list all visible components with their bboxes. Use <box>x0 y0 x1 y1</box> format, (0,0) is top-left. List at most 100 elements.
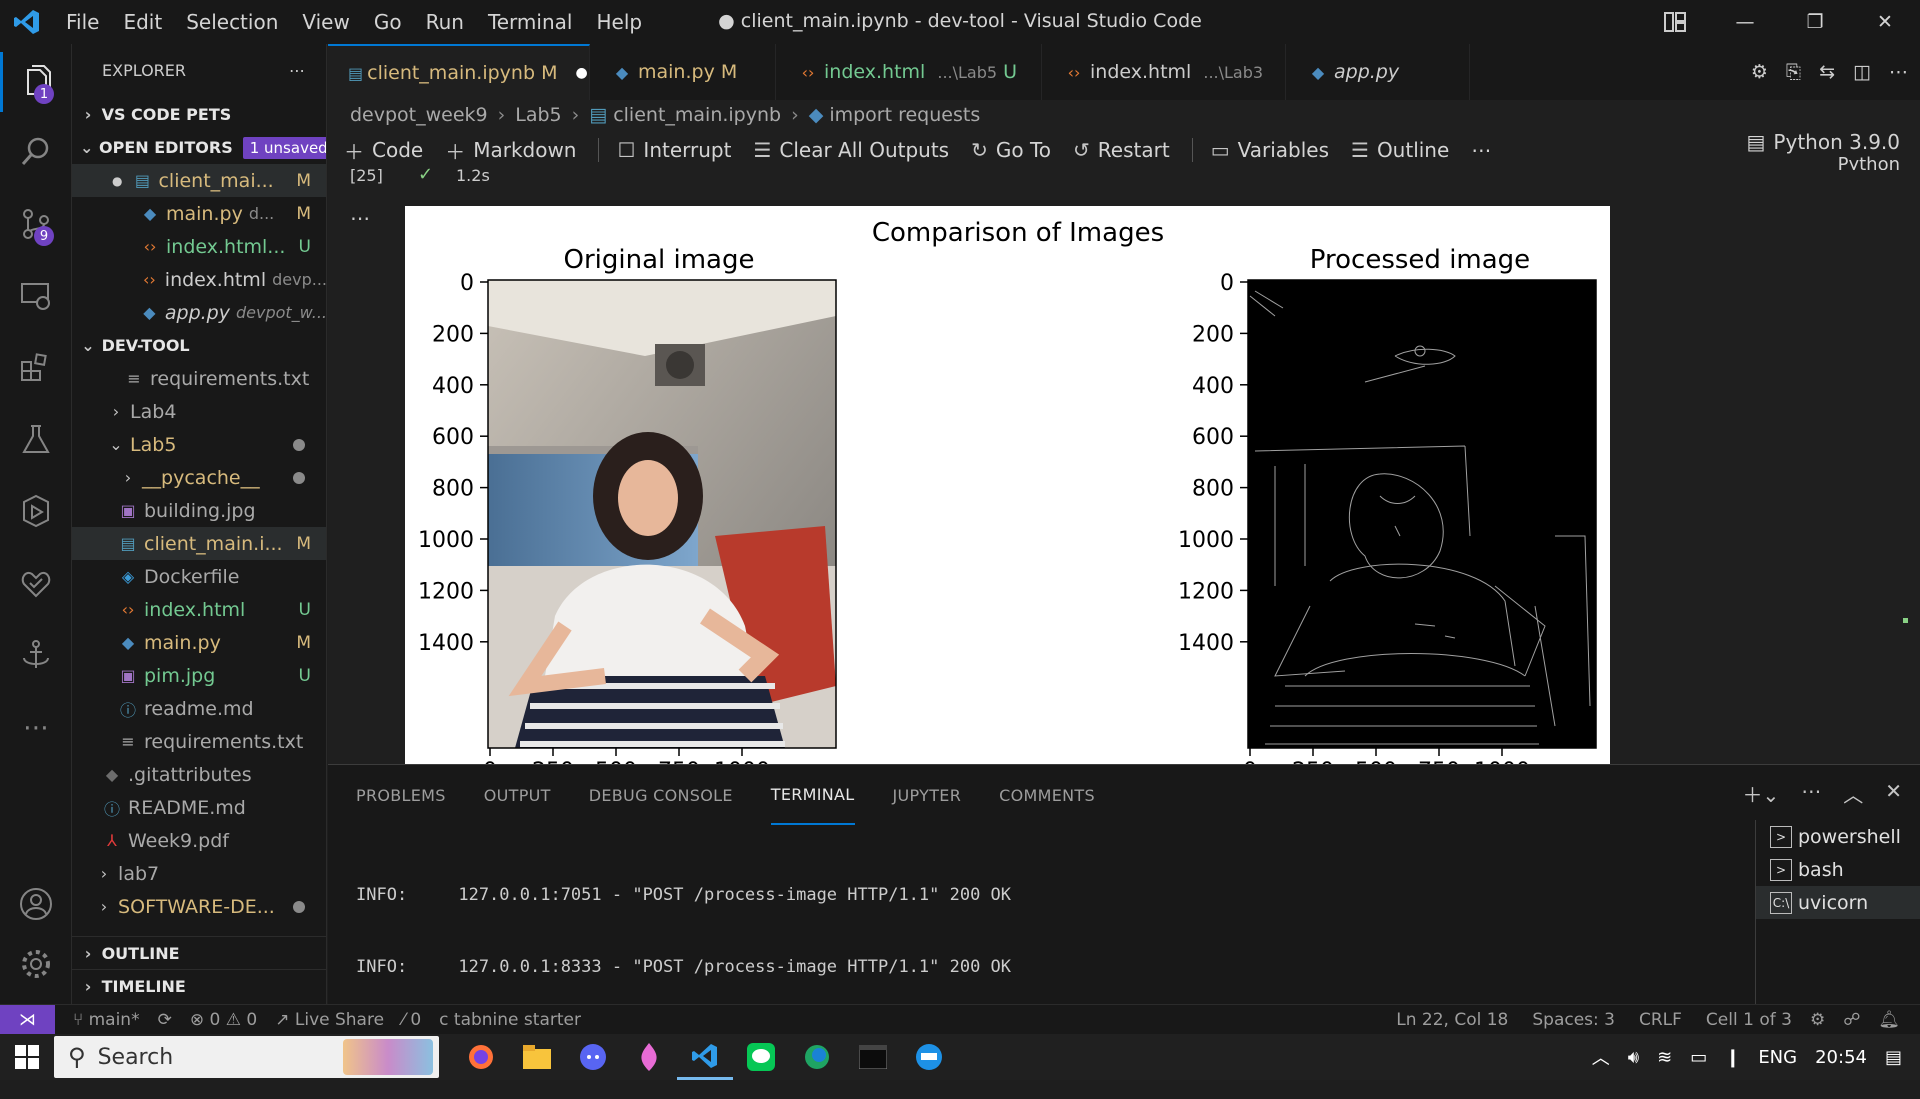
remote-explorer-icon[interactable] <box>0 266 72 326</box>
breadcrumb-item[interactable]: devpot_week9 <box>350 104 488 126</box>
search-icon[interactable] <box>0 122 72 182</box>
restore-icon[interactable]: ❐ <box>1780 0 1850 44</box>
edge-icon[interactable] <box>789 1034 845 1080</box>
terminal-app-icon[interactable] <box>845 1034 901 1080</box>
tree-item[interactable]: ▣ pim.jpg U <box>72 659 326 692</box>
toolbar-more-button[interactable]: ⋯ <box>1471 138 1491 162</box>
tab-main-py[interactable]: ◆ main.py M <box>590 44 776 100</box>
tab-output[interactable]: OUTPUT <box>484 765 551 825</box>
tree-item[interactable]: ⓘ README.md <box>72 791 326 824</box>
section-timeline[interactable]: › TIMELINE <box>72 969 326 1002</box>
problems-indicator[interactable]: ⊗ 0 ⚠ 0 <box>190 1010 257 1030</box>
tree-folder[interactable]: ⌄ Lab5 <box>72 428 326 461</box>
menu-view[interactable]: View <box>290 10 361 34</box>
open-editor-item[interactable]: ◆ app.py devpot_w... <box>72 296 326 329</box>
tabnine-indicator[interactable]: c tabnine starter <box>439 1010 581 1030</box>
variables-button[interactable]: ▭ Variables <box>1211 138 1329 162</box>
close-icon[interactable]: ✕ <box>1850 0 1920 44</box>
account-icon[interactable] <box>0 874 72 934</box>
section-vscode-pets[interactable]: › VS CODE PETS <box>72 98 326 131</box>
menu-edit[interactable]: Edit <box>111 10 174 34</box>
tree-item[interactable]: ⓘ readme.md <box>72 692 326 725</box>
tree-folder[interactable]: › SOFTWARE-DE... <box>72 890 326 923</box>
terminal-item-bash[interactable]: > bash <box>1756 853 1920 886</box>
menu-selection[interactable]: Selection <box>174 10 290 34</box>
notifications-bell-icon[interactable]: 🔔︎ <box>1878 1010 1900 1030</box>
menu-help[interactable]: Help <box>584 10 654 34</box>
close-panel-icon[interactable]: ✕ <box>1885 779 1902 808</box>
open-editor-item[interactable]: ‹› index.html devp... <box>72 263 326 296</box>
terminal-item-uvicorn[interactable]: C:\ uvicorn <box>1756 886 1920 919</box>
tree-item[interactable]: ⅄ Week9.pdf <box>72 824 326 857</box>
section-open-editors[interactable]: ⌄ OPEN EDITORS 1 unsaved <box>72 131 326 164</box>
explorer-more-icon[interactable]: ⋯ <box>289 61 305 80</box>
menu-go[interactable]: Go <box>362 10 414 34</box>
clear-outputs-button[interactable]: ☰ Clear All Outputs <box>753 138 949 162</box>
terminal-item-powershell[interactable]: > powershell <box>1756 820 1920 853</box>
breadcrumb-item[interactable]: Lab5 <box>515 104 561 126</box>
tray-chevron-up-icon[interactable]: ︿ <box>1592 1044 1610 1070</box>
clock[interactable]: 20:54 <box>1815 1047 1867 1068</box>
ports-indicator[interactable]: ⁄ 0 <box>402 1010 421 1030</box>
add-code-button[interactable]: ＋ Code <box>344 136 423 165</box>
cell-indicator[interactable]: Cell 1 of 3 <box>1706 1010 1792 1030</box>
interrupt-button[interactable]: ☐ Interrupt <box>617 138 731 162</box>
panel-more-icon[interactable]: ⋯ <box>1801 779 1821 808</box>
section-dev-tool[interactable]: ⌄ DEV-TOOL <box>72 329 326 362</box>
source-control-icon[interactable]: 9 <box>0 194 72 254</box>
live-share-button[interactable]: ↗ Live Share <box>275 1010 384 1030</box>
tree-folder[interactable]: › Lab4 <box>72 395 326 428</box>
section-outline[interactable]: › OUTLINE <box>72 936 326 969</box>
split-editor-icon[interactable]: ◫ <box>1853 61 1871 83</box>
menu-terminal[interactable]: Terminal <box>476 10 585 34</box>
battery-icon[interactable]: ▭ <box>1690 1047 1707 1068</box>
line-ending[interactable]: CRLF <box>1639 1010 1682 1030</box>
tree-item[interactable]: ◈ Dockerfile <box>72 560 326 593</box>
menu-run[interactable]: Run <box>414 10 476 34</box>
open-changes-icon[interactable]: ⎘ <box>1786 61 1801 83</box>
anchor-icon[interactable] <box>0 626 72 686</box>
more-actions-icon[interactable]: ⋯ <box>1889 61 1908 83</box>
tree-item[interactable]: ≡ requirements.txt <box>72 725 326 758</box>
remote-indicator-icon[interactable]: ⋊ <box>0 1004 55 1035</box>
tree-item[interactable]: ◆ main.py M <box>72 626 326 659</box>
docker-desktop-icon[interactable] <box>901 1034 957 1080</box>
discord-icon[interactable] <box>565 1034 621 1080</box>
settings-gear-icon[interactable] <box>0 934 72 994</box>
copilot-heart-icon[interactable] <box>0 554 72 614</box>
new-terminal-icon[interactable]: ＋⌄ <box>1742 779 1779 808</box>
taskbar-search[interactable]: ⚲ Search <box>54 1036 439 1078</box>
tab-app-py[interactable]: ◆ app.py <box>1286 44 1470 100</box>
sync-icon[interactable]: ⟳ <box>158 1010 172 1030</box>
tree-item[interactable]: ‹› index.html U <box>72 593 326 626</box>
output-more-button[interactable]: ⋯ <box>350 206 370 230</box>
minimize-icon[interactable]: — <box>1710 0 1780 44</box>
line-app-icon[interactable] <box>733 1034 789 1080</box>
tab-problems[interactable]: PROBLEMS <box>356 765 446 825</box>
tab-index-lab5[interactable]: ‹› index.html ...\Lab5 U <box>776 44 1042 100</box>
indentation[interactable]: Spaces: 3 <box>1532 1010 1615 1030</box>
app-flame-icon[interactable] <box>621 1034 677 1080</box>
microphone-icon[interactable]: ❙ <box>1725 1047 1740 1068</box>
restart-button[interactable]: ↺ Restart <box>1073 138 1170 162</box>
settings-icon[interactable]: ⚙ <box>1751 61 1768 83</box>
more-icon[interactable]: ⋯ <box>0 698 72 758</box>
tree-folder[interactable]: › lab7 <box>72 857 326 890</box>
open-editor-item[interactable]: ● ▤ client_mai... M <box>72 164 326 197</box>
explorer-icon[interactable]: 1 <box>0 52 72 112</box>
layout-icon[interactable] <box>1640 0 1710 44</box>
run-debug-icon[interactable] <box>0 482 72 542</box>
tab-comments[interactable]: COMMENTS <box>999 765 1095 825</box>
firefox-icon[interactable] <box>453 1034 509 1080</box>
wifi-icon[interactable]: ≋ <box>1657 1047 1672 1068</box>
breadcrumb-item[interactable]: import requests <box>829 104 980 126</box>
cursor-position[interactable]: Ln 22, Col 18 <box>1396 1010 1508 1030</box>
tree-item[interactable]: ◆ .gitattributes <box>72 758 326 791</box>
compare-icon[interactable]: ⇆ <box>1819 61 1835 83</box>
testing-icon[interactable] <box>0 410 72 470</box>
outline-button[interactable]: ☰ Outline <box>1351 138 1449 162</box>
tree-item[interactable]: ≡ requirements.txt <box>72 362 326 395</box>
open-editor-item[interactable]: ◆ main.py d... M <box>72 197 326 230</box>
feedback-icon[interactable]: ☍ <box>1843 1010 1860 1030</box>
add-markdown-button[interactable]: ＋ Markdown <box>445 136 576 165</box>
